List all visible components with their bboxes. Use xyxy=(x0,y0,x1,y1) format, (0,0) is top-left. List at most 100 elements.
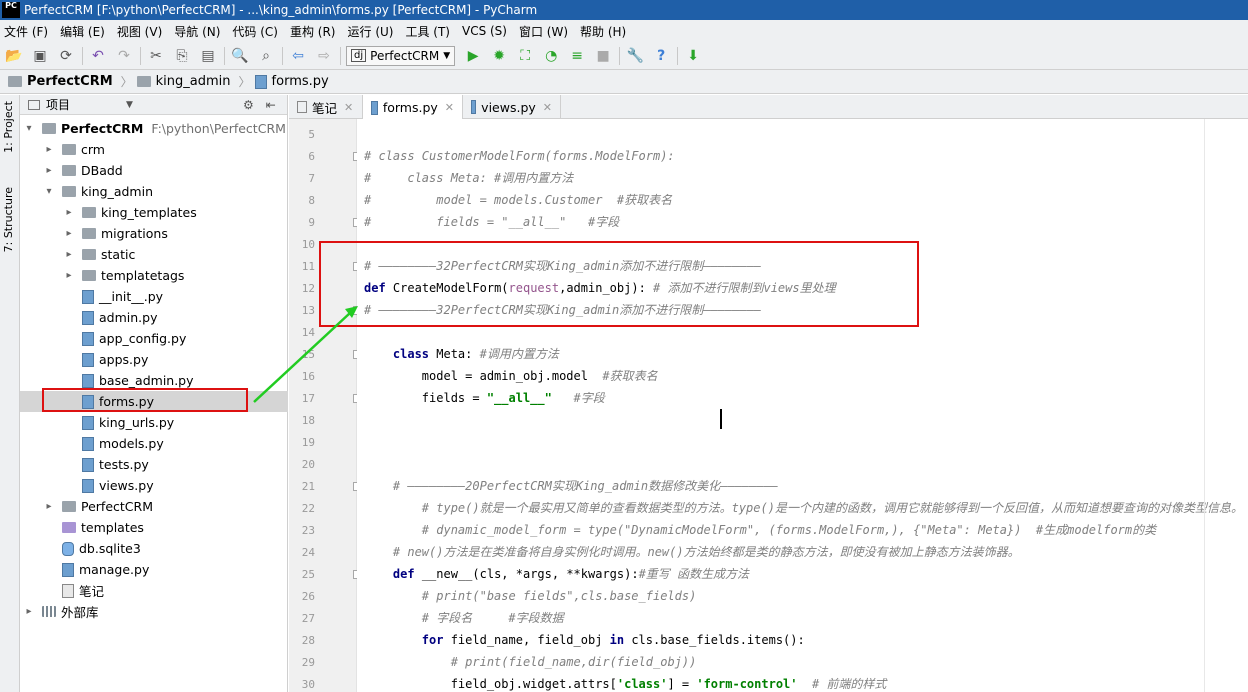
menu-tools[interactable]: 工具 (T) xyxy=(405,23,450,40)
window-title: PerfectCRM [F:\python\PerfectCRM] - ...\… xyxy=(24,3,538,17)
find-icon[interactable]: 🔍 xyxy=(230,46,250,66)
paste-icon[interactable]: ▤ xyxy=(198,46,218,66)
tree-item[interactable]: ▸ 外部库 xyxy=(20,601,288,622)
expand-arrow-icon[interactable]: ▸ xyxy=(64,270,74,281)
expand-arrow-icon[interactable]: ▾ xyxy=(44,186,54,197)
redo-icon[interactable]: ↷ xyxy=(114,46,134,66)
menu-navigate[interactable]: 导航 (N) xyxy=(174,23,220,40)
tree-item[interactable]: manage.py xyxy=(20,559,288,580)
tree-item[interactable]: tests.py xyxy=(20,454,288,475)
back-icon[interactable]: ⇦ xyxy=(288,46,308,66)
forward-icon[interactable]: ⇨ xyxy=(314,46,334,66)
tab-forms-py[interactable]: forms.py ✕ xyxy=(363,95,463,120)
expand-arrow-icon[interactable]: ▸ xyxy=(64,249,74,260)
tree-item[interactable]: ▸ migrations xyxy=(20,223,288,244)
tree-item[interactable]: __init__.py xyxy=(20,286,288,307)
vcs-icon[interactable]: ⬇ xyxy=(683,46,703,66)
run-icon[interactable]: ▶ xyxy=(463,46,483,66)
profile-icon[interactable]: ◔ xyxy=(541,46,561,66)
undo-icon[interactable]: ↶ xyxy=(88,46,108,66)
save-icon[interactable]: ▣ xyxy=(30,46,50,66)
code-line: fields = "__all__" #字段 xyxy=(364,391,605,405)
code-line: # class Meta: #调用内置方法 xyxy=(364,171,574,185)
expand-arrow-icon[interactable]: ▸ xyxy=(44,501,54,512)
gear-icon[interactable]: ⚙ xyxy=(243,98,254,112)
code-line: for field_name, field_obj in cls.base_fi… xyxy=(421,633,805,647)
breadcrumb-folder[interactable]: king_admin xyxy=(136,74,231,89)
chevron-down-icon[interactable]: ▼ xyxy=(126,100,133,110)
code-line: field_obj.widget.attrs['class'] = 'form-… xyxy=(364,677,887,691)
tab-notes[interactable]: 笔记 ✕ xyxy=(289,95,363,119)
line-number: 18 xyxy=(301,414,315,427)
breadcrumb-project[interactable]: PerfectCRM xyxy=(8,74,113,89)
tab-views-py[interactable]: views.py ✕ xyxy=(463,95,561,119)
toolbar: 📂 ▣ ⟳ ↶ ↷ ✂ ⎘ ▤ 🔍 ⌕ ⇦ ⇨ dj PerfectCRM ▼ … xyxy=(0,42,1248,70)
expand-arrow-icon[interactable]: ▸ xyxy=(44,144,54,155)
expand-arrow-icon[interactable]: ▸ xyxy=(64,228,74,239)
code-editor[interactable]: # class CustomerModelForm(forms.ModelFor… xyxy=(357,119,1248,692)
menu-edit[interactable]: 编辑 (E) xyxy=(60,23,105,40)
tree-item[interactable]: ▸ PerfectCRM xyxy=(20,496,288,517)
tab-project-tool[interactable]: 1: Project xyxy=(2,101,15,153)
tree-item-label: king_urls.py xyxy=(99,415,175,430)
tree-item[interactable]: ▾ king_admin xyxy=(20,181,288,202)
menu-file[interactable]: 文件 (F) xyxy=(4,23,48,40)
tree-item[interactable]: apps.py xyxy=(20,349,288,370)
expand-arrow-icon[interactable]: ▸ xyxy=(44,165,54,176)
project-panel-title[interactable]: 项目 xyxy=(46,96,70,113)
concurrency-icon[interactable]: ≡ xyxy=(567,46,587,66)
pycharm-logo-icon: PC xyxy=(2,2,20,18)
coverage-icon[interactable]: ⛶ xyxy=(515,46,535,66)
tree-item-label: views.py xyxy=(99,478,154,493)
tree-item[interactable]: app_config.py xyxy=(20,328,288,349)
tree-root[interactable]: ▾ PerfectCRM F:\python\PerfectCRM xyxy=(20,118,288,139)
tree-item[interactable]: models.py xyxy=(20,433,288,454)
menu-code[interactable]: 代码 (C) xyxy=(232,23,278,40)
tree-item-label: king_admin xyxy=(81,184,153,199)
help-icon[interactable]: ? xyxy=(651,46,671,66)
close-icon[interactable]: ✕ xyxy=(445,101,454,114)
menu-window[interactable]: 窗口 (W) xyxy=(519,23,568,40)
stop-icon[interactable]: ■ xyxy=(593,46,613,66)
python-file-icon xyxy=(471,100,477,114)
replace-icon[interactable]: ⌕ xyxy=(256,46,276,66)
line-number: 23 xyxy=(301,524,315,537)
folder-icon xyxy=(136,76,151,87)
tree-item-label: migrations xyxy=(101,226,168,241)
tab-structure-tool[interactable]: 7: Structure xyxy=(2,187,15,252)
line-number: 11 xyxy=(301,260,315,273)
tree-item[interactable]: admin.py xyxy=(20,307,288,328)
folder-icon xyxy=(82,207,96,218)
menu-run[interactable]: 运行 (U) xyxy=(348,23,394,40)
sync-icon[interactable]: ⟳ xyxy=(56,46,76,66)
menu-help[interactable]: 帮助 (H) xyxy=(580,23,626,40)
menu-bar: 文件 (F) 编辑 (E) 视图 (V) 导航 (N) 代码 (C) 重构 (R… xyxy=(0,20,1248,42)
close-icon[interactable]: ✕ xyxy=(344,101,353,114)
tree-item[interactable]: king_urls.py xyxy=(20,412,288,433)
close-icon[interactable]: ✕ xyxy=(543,101,552,114)
tree-item[interactable]: ▸ DBadd xyxy=(20,160,288,181)
copy-icon[interactable]: ⎘ xyxy=(172,46,192,66)
settings-icon[interactable]: 🔧 xyxy=(625,46,645,66)
tree-item[interactable]: templates xyxy=(20,517,288,538)
tree-item[interactable]: ▸ templatetags xyxy=(20,265,288,286)
collapse-icon[interactable]: ⇤ xyxy=(266,98,276,112)
tree-item[interactable]: views.py xyxy=(20,475,288,496)
tree-item[interactable]: ▸ king_templates xyxy=(20,202,288,223)
tree-item-label: models.py xyxy=(99,436,164,451)
tree-item[interactable]: db.sqlite3 xyxy=(20,538,288,559)
tree-item[interactable]: ▸ static xyxy=(20,244,288,265)
run-config-select[interactable]: dj PerfectCRM ▼ xyxy=(346,45,456,66)
cut-icon[interactable]: ✂ xyxy=(146,46,166,66)
breadcrumb-file[interactable]: forms.py xyxy=(254,74,329,89)
debug-icon[interactable]: ✹ xyxy=(489,46,509,66)
line-number: 25 xyxy=(301,568,315,581)
tree-item[interactable]: ▸ crm xyxy=(20,139,288,160)
open-icon[interactable]: 📂 xyxy=(4,46,24,66)
tree-item[interactable]: 笔记 xyxy=(20,580,288,601)
menu-vcs[interactable]: VCS (S) xyxy=(462,24,507,38)
expand-arrow-icon[interactable]: ▸ xyxy=(24,606,34,617)
menu-view[interactable]: 视图 (V) xyxy=(117,23,162,40)
menu-refactor[interactable]: 重构 (R) xyxy=(290,23,336,40)
expand-arrow-icon[interactable]: ▸ xyxy=(64,207,74,218)
